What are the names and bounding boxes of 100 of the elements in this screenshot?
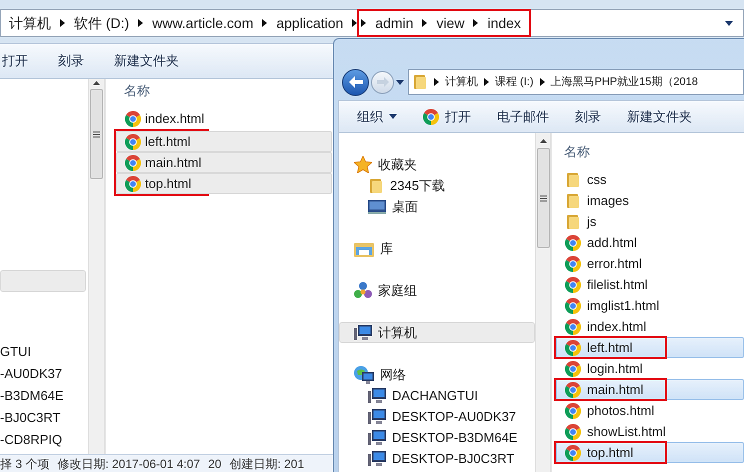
nav-item[interactable]: GTUI: [0, 341, 88, 363]
computer-icon: [368, 388, 386, 404]
breadcrumb-item[interactable]: 软件 (D:): [74, 12, 130, 34]
toolbar-button[interactable]: 刻录: [58, 51, 114, 71]
toolbar-button[interactable]: 新建文件夹: [114, 51, 209, 71]
file-row[interactable]: top.html: [556, 442, 744, 463]
file-row[interactable]: css: [556, 169, 744, 190]
nav-item[interactable]: DACHANGTUI: [339, 385, 535, 406]
homegroup-icon: [354, 282, 372, 300]
nav-item[interactable]: 收藏夹: [339, 154, 535, 175]
breadcrumb-item[interactable]: view: [436, 12, 464, 34]
browser-file-icon: [125, 110, 141, 126]
chevron-icon: [434, 78, 439, 86]
browser-file-icon: [565, 340, 581, 356]
browser-file-icon: [423, 108, 439, 124]
address-bar[interactable]: 计算机 课程 (I:) 上海黑马PHP就业15期（2018: [408, 69, 744, 95]
nav-item[interactable]: 网络: [339, 364, 535, 385]
scroll-grip-icon: [540, 194, 546, 202]
browser-file-icon: [565, 318, 581, 334]
folder-icon: [368, 178, 384, 194]
browser-file-icon: [125, 134, 141, 150]
browser-file-icon: [565, 424, 581, 440]
nav-item[interactable]: 库: [339, 238, 535, 259]
caret-icon: [389, 114, 397, 119]
scroll-thumb[interactable]: [536, 148, 550, 248]
file-row[interactable]: add.html: [556, 232, 744, 253]
file-row[interactable]: filelist.html: [556, 274, 744, 295]
status-text: 20: [208, 456, 222, 472]
chevron-icon: [422, 19, 428, 27]
arrow-right-icon: [376, 77, 388, 87]
organize-menu-button[interactable]: 组织: [357, 106, 397, 126]
file-row[interactable]: images: [556, 190, 744, 211]
browser-file-icon: [565, 382, 581, 398]
browser-file-icon: [565, 256, 581, 272]
nav-item[interactable]: 桌面: [339, 196, 535, 217]
scroll-up-icon[interactable]: [540, 139, 546, 143]
file-row[interactable]: main.html: [556, 379, 744, 400]
file-row[interactable]: js: [556, 211, 744, 232]
breadcrumb-item[interactable]: index: [487, 12, 521, 34]
status-text: 创建日期: 201: [229, 456, 304, 472]
chevron-icon: [60, 19, 65, 27]
browser-file-icon: [125, 176, 141, 192]
chevron-icon: [138, 19, 144, 27]
file-row[interactable]: main.html: [116, 152, 332, 173]
back-button[interactable]: [342, 68, 369, 96]
breadcrumb-item[interactable]: 课程 (I:): [495, 74, 534, 90]
nav-item[interactable]: -AU0DK37: [0, 363, 88, 385]
file-row[interactable]: photos.html: [556, 400, 744, 421]
breadcrumb-item[interactable]: admin: [375, 12, 414, 34]
breadcrumb-item[interactable]: www.article.com: [152, 12, 254, 34]
nav-item[interactable]: DESKTOP-AU0DK37: [339, 406, 535, 427]
browser-file-icon: [565, 360, 581, 376]
computer-icon: [368, 450, 386, 466]
chevron-icon: [484, 78, 489, 86]
address-bar[interactable]: 计算机 软件 (D:) www.article.com application admin view index: [0, 9, 744, 37]
browser-file-icon: [565, 234, 581, 250]
browser-file-icon: [565, 444, 581, 460]
arrow-left-icon: [348, 76, 362, 88]
scroll-grip-icon: [93, 130, 100, 138]
toolbar-button[interactable]: 打开: [0, 51, 58, 71]
nav-item[interactable]: -B3DM64E: [0, 385, 88, 407]
column-header[interactable]: 名称: [124, 81, 150, 101]
nav-item[interactable]: 计算机: [339, 322, 535, 343]
computer-icon: [368, 408, 386, 424]
toolbar-button[interactable]: 新建文件夹: [627, 106, 692, 126]
breadcrumb-item[interactable]: 上海黑马PHP就业15期（2018: [550, 74, 698, 90]
file-row[interactable]: left.html: [116, 131, 332, 152]
toolbar-button[interactable]: 电子邮件: [497, 106, 549, 126]
file-row[interactable]: error.html: [556, 253, 744, 274]
breadcrumb-item[interactable]: 计算机: [445, 74, 478, 90]
file-row[interactable]: index.html: [556, 316, 744, 337]
toolbar-button[interactable]: 刻录: [575, 106, 601, 126]
nav-item[interactable]: 家庭组: [339, 280, 535, 301]
open-button[interactable]: 打开: [423, 106, 471, 126]
nav-item[interactable]: -BJ0C3RT: [0, 407, 88, 429]
breadcrumb-item[interactable]: 计算机: [9, 12, 51, 34]
computer-icon: [368, 430, 386, 446]
scroll-up-icon[interactable]: [93, 81, 100, 85]
nav-item[interactable]: 2345下载: [339, 175, 535, 196]
nav-item[interactable]: -CD8RPIQ: [0, 429, 88, 451]
file-row[interactable]: login.html: [556, 358, 744, 379]
nav-item[interactable]: DESKTOP-B3DM64E: [339, 427, 535, 448]
file-row[interactable]: top.html: [116, 173, 332, 194]
chevron-icon: [262, 19, 268, 27]
scroll-thumb[interactable]: [90, 89, 103, 179]
file-row[interactable]: index.html: [116, 108, 332, 129]
chevron-icon: [473, 19, 478, 27]
file-row[interactable]: imglist1.html: [556, 295, 744, 316]
file-row[interactable]: showList.html: [556, 421, 744, 442]
star-icon: [354, 156, 372, 173]
file-row[interactable]: left.html: [556, 337, 744, 358]
scrollbar[interactable]: [535, 133, 551, 472]
breadcrumb-item[interactable]: application: [276, 12, 344, 34]
folder-icon: [565, 214, 581, 230]
desktop-icon: [368, 200, 386, 214]
status-text: 择 3 个项: [0, 456, 50, 472]
column-header[interactable]: 名称: [564, 142, 590, 161]
caret-icon: [725, 20, 733, 26]
nav-item[interactable]: DESKTOP-BJ0C3RT: [339, 448, 535, 469]
scrollbar[interactable]: [88, 79, 105, 454]
